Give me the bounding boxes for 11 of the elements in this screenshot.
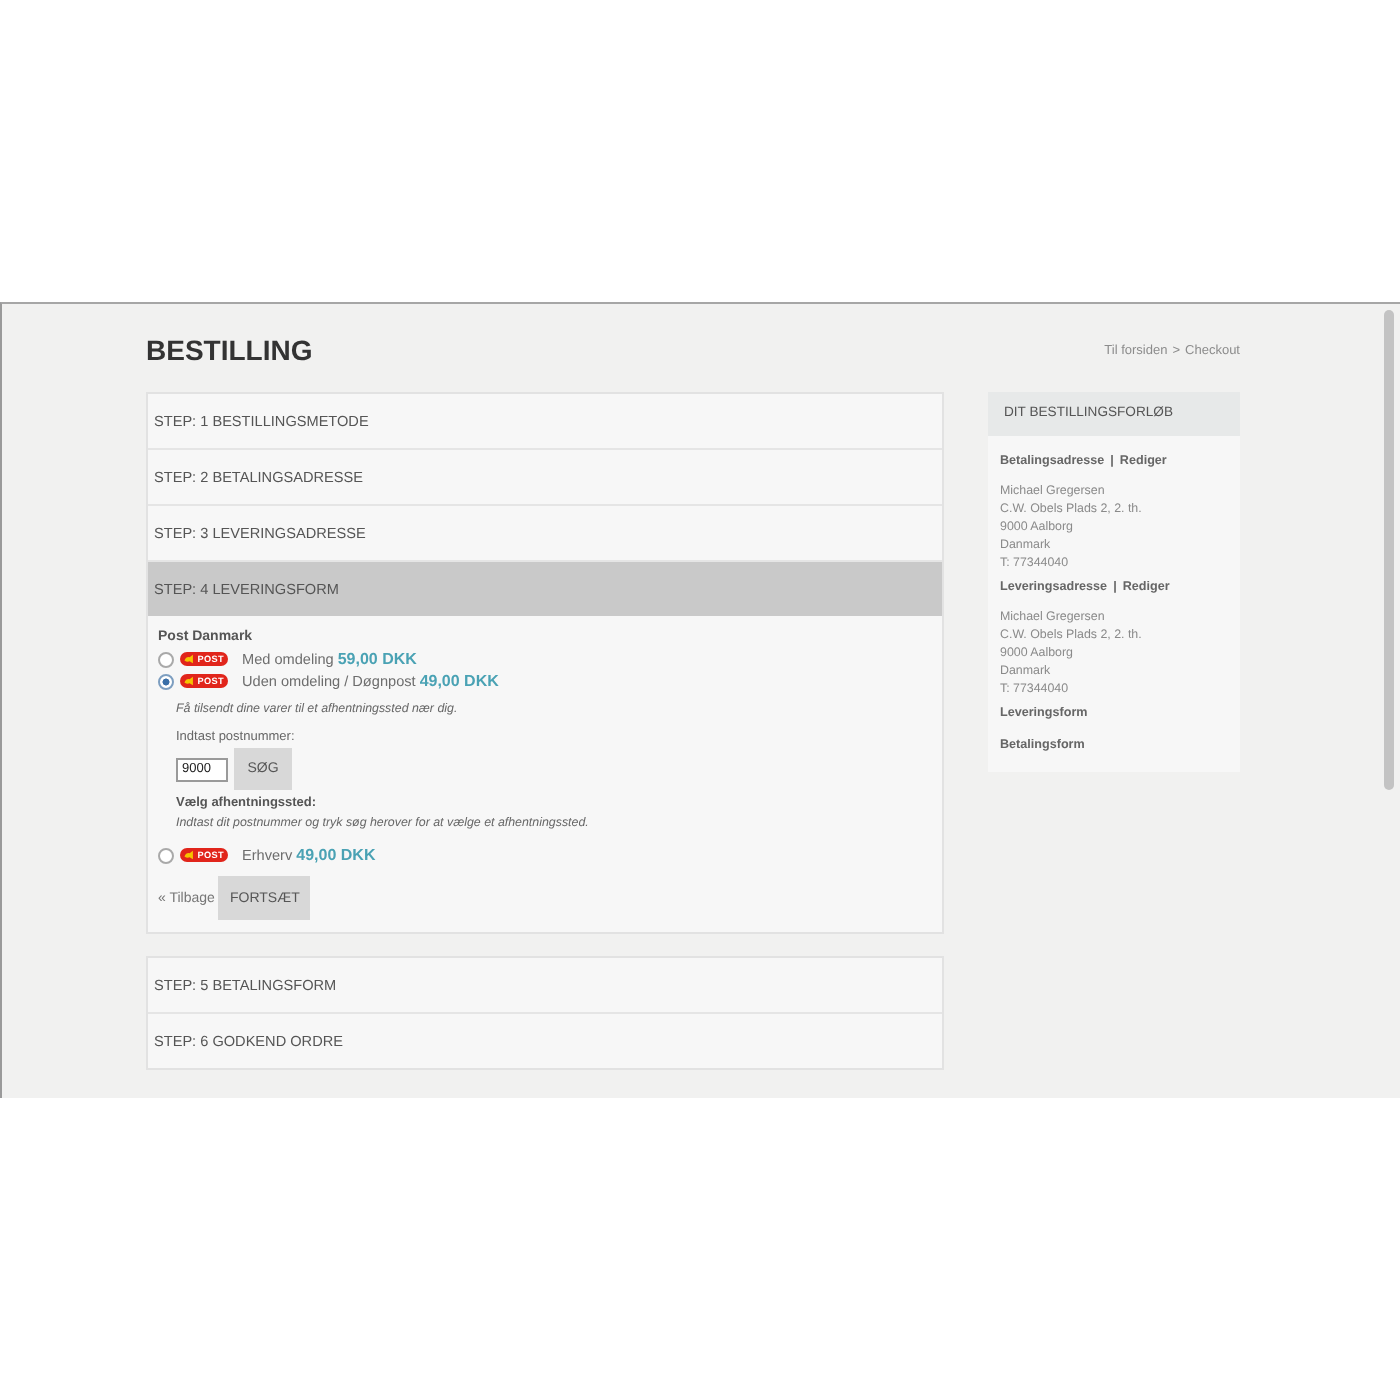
option-price: 49,00 DKK bbox=[296, 846, 376, 864]
radio-button[interactable] bbox=[158, 651, 174, 667]
radio-button[interactable] bbox=[158, 673, 174, 689]
horn-icon bbox=[184, 676, 194, 686]
horn-icon bbox=[184, 850, 194, 860]
scrollbar-thumb[interactable] bbox=[1384, 310, 1394, 790]
horn-icon bbox=[184, 654, 194, 664]
option-price: 59,00 DKK bbox=[337, 650, 417, 668]
radio-button[interactable] bbox=[158, 847, 174, 863]
page-title: BESTILLING bbox=[146, 332, 313, 368]
option-price: 49,00 DKK bbox=[419, 672, 499, 690]
